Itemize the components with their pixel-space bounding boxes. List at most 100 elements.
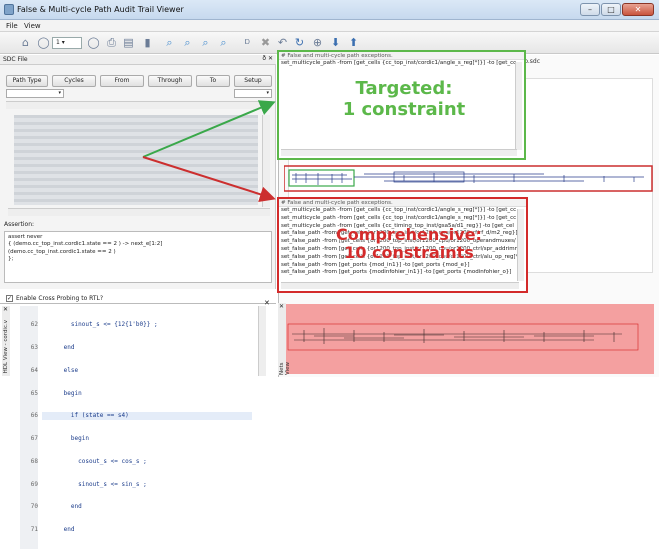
targeted-label-line2: 1 constraint bbox=[342, 99, 466, 120]
cross-probe-row: ✓ Enable Cross Probing to RTL? bbox=[6, 295, 103, 302]
highlighted-schematic[interactable] bbox=[284, 304, 654, 374]
targeted-scrollbar[interactable] bbox=[515, 62, 522, 150]
zoom-in-icon[interactable]: ⌕ bbox=[180, 35, 195, 50]
line-number: 67 bbox=[30, 435, 38, 443]
hdl-scrollbar[interactable] bbox=[258, 306, 266, 376]
targeted-header: # False and multi-cycle path exceptions. bbox=[279, 52, 524, 60]
filter-scrollbar[interactable] bbox=[6, 101, 272, 109]
code-line: end bbox=[42, 503, 82, 511]
overview-netlist bbox=[292, 171, 644, 185]
path-type-combo[interactable]: ▾ bbox=[6, 89, 64, 98]
code-line: cosout_s <= cos_s ; bbox=[42, 457, 147, 465]
add-icon[interactable]: ⊕ bbox=[310, 35, 325, 50]
cross-probe-checkbox[interactable]: ✓ bbox=[6, 295, 13, 302]
comprehensive-header: # False and multi-cycle path exceptions. bbox=[279, 199, 526, 207]
bookmark-icon[interactable]: ▮ bbox=[140, 35, 155, 50]
line-number: 62 bbox=[30, 321, 38, 329]
overview-green-frame bbox=[288, 169, 355, 187]
menu-view[interactable]: View bbox=[24, 22, 41, 30]
constraint-line[interactable]: set_multicycle_path -from [get_cells {cc… bbox=[279, 207, 526, 215]
hdl-close-icon[interactable]: ✕ bbox=[3, 306, 8, 313]
comprehensive-label-line1: Comprehensive: bbox=[336, 225, 482, 244]
close-icon[interactable]: ✕ bbox=[622, 3, 654, 16]
comprehensive-scrollbar[interactable] bbox=[517, 209, 524, 281]
delete-icon[interactable]: ✖ bbox=[258, 35, 273, 50]
panel-close-icon[interactable]: ð ✕ bbox=[262, 55, 273, 62]
code-line: if (state == s4) bbox=[42, 412, 252, 420]
column-path-type[interactable]: Path Type bbox=[6, 75, 48, 87]
line-number: 71 bbox=[30, 526, 38, 534]
targeted-hscrollbar[interactable] bbox=[281, 149, 517, 156]
menu-bar: File View bbox=[0, 20, 659, 32]
constraint-line[interactable]: set_multicycle_path -from [get_cells {cc… bbox=[279, 215, 526, 223]
column-from[interactable]: From bbox=[100, 75, 144, 87]
hdl-view-tab[interactable]: HDL View - cordic.v ✕ bbox=[2, 306, 10, 376]
assertion-line: }; bbox=[8, 256, 14, 263]
constraint-line[interactable]: set_false_path -from [get_ports {mod_in1… bbox=[279, 262, 526, 270]
comprehensive-callout: # False and multi-cycle path exceptions.… bbox=[277, 197, 528, 293]
zoom-out-icon[interactable]: ⌕ bbox=[198, 35, 213, 50]
code-line: end bbox=[42, 526, 75, 534]
refresh-icon[interactable]: ↻ bbox=[292, 35, 307, 50]
targeted-constraint[interactable]: set_multicycle_path -from [get_cells {cc… bbox=[279, 60, 524, 68]
hdl-view-tab-label: HDL View - cordic.v bbox=[3, 320, 9, 374]
menu-file[interactable]: File bbox=[6, 22, 18, 30]
cross-probe-label: Enable Cross Probing to RTL? bbox=[16, 295, 104, 302]
nets-close-icon[interactable]: ✕ bbox=[279, 303, 284, 310]
zoom-select-icon[interactable]: ⌕ bbox=[216, 35, 231, 50]
assertion-panel: Assertion: assert never { (demo.cc_top_i… bbox=[0, 219, 276, 289]
comprehensive-label-line2: 10 constraints bbox=[344, 243, 474, 262]
arrow-down-icon[interactable]: ⬇ bbox=[328, 35, 343, 50]
line-number: 70 bbox=[30, 503, 38, 511]
print-icon[interactable]: ⎙ bbox=[104, 35, 119, 50]
highlighted-netlist bbox=[287, 323, 639, 351]
minimize-icon[interactable]: – bbox=[580, 3, 600, 16]
code-line: begin bbox=[42, 389, 82, 397]
sdc-list-scrollbar[interactable] bbox=[262, 115, 270, 207]
page-icon[interactable]: ▤ bbox=[121, 35, 136, 50]
window-title: False & Multi-cycle Path Audit Trail Vie… bbox=[17, 5, 184, 14]
schematic-overview[interactable] bbox=[284, 165, 654, 193]
line-number: 65 bbox=[30, 389, 38, 397]
zoom-fit-icon[interactable]: ⌕ bbox=[162, 35, 177, 50]
zoom-select[interactable]: 1 ▾ bbox=[52, 37, 82, 49]
line-number: 66 bbox=[30, 412, 38, 420]
comprehensive-label: Comprehensive: 10 constraints bbox=[319, 226, 499, 262]
targeted-label-line1: Targeted: bbox=[355, 78, 453, 99]
arrow-up-icon[interactable]: ⬆ bbox=[346, 35, 361, 50]
column-setup[interactable]: Setup bbox=[234, 75, 272, 87]
home-icon[interactable]: ⌂ bbox=[18, 35, 33, 50]
setup-combo[interactable]: ▾ bbox=[234, 89, 272, 98]
maximize-icon[interactable]: □ bbox=[601, 3, 621, 16]
hdl-view-panel: HDL View - cordic.v ✕ 62 63 64 65 66 67 … bbox=[0, 303, 276, 549]
line-number: 63 bbox=[30, 343, 38, 351]
window-titlebar: False & Multi-cycle Path Audit Trail Vie… bbox=[0, 0, 659, 20]
assertion-line: (demo.cc_top_inst.cordic1.state == 2 ) bbox=[8, 248, 116, 255]
undo-icon[interactable]: ↶ bbox=[275, 35, 290, 50]
view-close-icon[interactable]: ✕ bbox=[264, 299, 270, 307]
hdl-line-numbers: 62 63 64 65 66 67 68 69 70 71 bbox=[20, 306, 38, 549]
targeted-callout: # False and multi-cycle path exceptions.… bbox=[277, 50, 526, 160]
comprehensive-hscrollbar[interactable] bbox=[281, 282, 519, 289]
assertion-line: assert never bbox=[8, 234, 43, 240]
zoom-in-circle-icon[interactable]: ◯ bbox=[86, 35, 101, 50]
column-through[interactable]: Through bbox=[148, 75, 192, 87]
assertion-label: Assertion: bbox=[4, 221, 35, 228]
line-number: 64 bbox=[30, 366, 38, 374]
sdc-panel-header: SDC File ð ✕ bbox=[0, 55, 276, 65]
app-icon bbox=[4, 4, 14, 15]
constraint-line[interactable]: set_false_path -from [get_ports {modinfo… bbox=[279, 269, 526, 277]
column-cycles[interactable]: Cycles bbox=[52, 75, 96, 87]
sdc-constraint-list[interactable] bbox=[14, 115, 258, 205]
text-icon[interactable]: Ɒ bbox=[240, 35, 255, 50]
line-number: 69 bbox=[30, 480, 38, 488]
nets-view-tab[interactable]: ✕ Nets View bbox=[278, 303, 291, 375]
assertion-text[interactable]: assert never { (demo.cc_top_inst.cordic1… bbox=[4, 231, 272, 283]
zoom-out-circle-icon[interactable]: ◯ bbox=[36, 35, 51, 50]
hdl-code[interactable]: sinout_s <= {12{1'b0}} ; end else begin … bbox=[42, 306, 252, 549]
line-number: 68 bbox=[30, 457, 38, 465]
sdc-list-hscrollbar[interactable] bbox=[8, 208, 270, 216]
code-line: begin bbox=[42, 435, 89, 443]
targeted-label: Targeted: 1 constraint bbox=[309, 78, 499, 120]
column-to[interactable]: To bbox=[196, 75, 230, 87]
